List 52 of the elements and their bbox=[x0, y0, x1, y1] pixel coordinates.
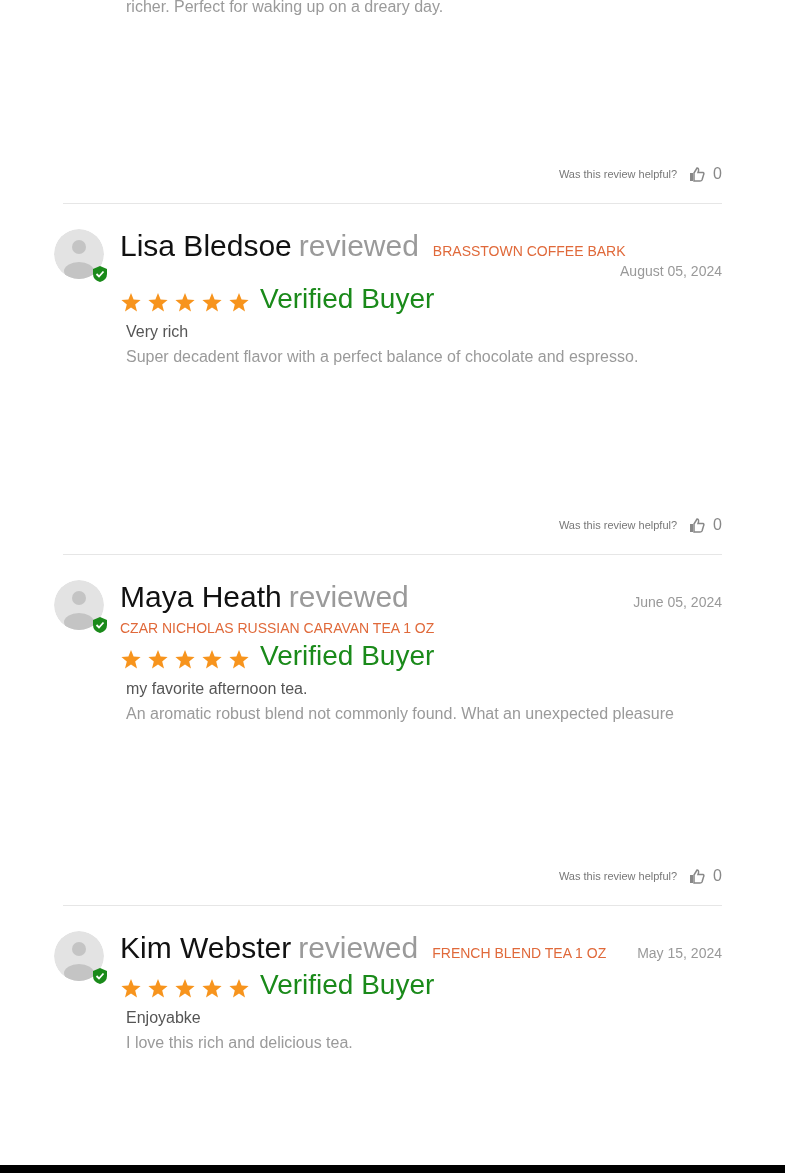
star-icon bbox=[201, 648, 223, 670]
review-text: I love this rich and delicious tea. bbox=[126, 1033, 354, 1053]
star-icon bbox=[228, 291, 250, 313]
star-icon bbox=[174, 977, 196, 999]
star-icon bbox=[201, 977, 223, 999]
verified-buyer-label: Verified Buyer bbox=[260, 969, 435, 1001]
star-icon bbox=[228, 648, 250, 670]
verified-shield-icon bbox=[92, 616, 108, 634]
thumbs-up-icon[interactable] bbox=[689, 517, 706, 533]
reviewer-name: Lisa Bledsoe bbox=[120, 229, 292, 263]
helpful-count: 0 bbox=[713, 516, 722, 534]
review-text: An aromatic robust blend not commonly found. What an unexpected pleasure bbox=[126, 704, 675, 724]
thumbs-up-icon[interactable] bbox=[689, 166, 706, 182]
review-title: Enjoyabke bbox=[126, 1009, 202, 1027]
star-icon bbox=[120, 648, 142, 670]
reviewed-label: reviewed bbox=[298, 931, 419, 965]
review-date: August 05, 2024 bbox=[620, 263, 722, 279]
star-icon bbox=[201, 291, 223, 313]
review-title: Very rich bbox=[126, 323, 190, 341]
product-link[interactable]: FRENCH BLEND TEA 1 OZ bbox=[432, 945, 607, 961]
helpful-prompt: Was this review helpful? bbox=[558, 519, 678, 531]
reviewed-label: reviewed bbox=[288, 580, 409, 614]
product-link[interactable]: BRASSTOWN COFFEE BARK bbox=[432, 243, 626, 259]
review-date: June 05, 2024 bbox=[633, 594, 722, 610]
review-date: May 15, 2024 bbox=[637, 945, 722, 961]
verified-shield-icon bbox=[92, 967, 108, 985]
avatar-icon bbox=[54, 229, 104, 279]
reviewer-name: Kim Webster bbox=[120, 931, 292, 965]
avatar-icon bbox=[54, 580, 104, 630]
thumbs-up-icon[interactable] bbox=[689, 868, 706, 884]
helpful-prompt: Was this review helpful? bbox=[558, 168, 678, 180]
star-icon bbox=[228, 977, 250, 999]
star-icon bbox=[174, 291, 196, 313]
product-link[interactable]: CZAR NICHOLAS RUSSIAN CARAVAN TEA 1 OZ bbox=[120, 620, 722, 636]
star-icon bbox=[147, 291, 169, 313]
avatar-icon bbox=[54, 931, 104, 981]
star-icon bbox=[120, 977, 142, 999]
verified-buyer-label: Verified Buyer bbox=[260, 283, 435, 315]
star-icon bbox=[147, 648, 169, 670]
star-icon bbox=[120, 291, 142, 313]
review-text: Super decadent flavor with a perfect balance of chocolate and espresso. bbox=[126, 347, 640, 367]
review-text: richer. Perfect for waking up on a dreary day. bbox=[126, 0, 445, 17]
reviewed-label: reviewed bbox=[298, 229, 419, 263]
helpful-count: 0 bbox=[713, 867, 722, 885]
reviewer-name: Maya Heath bbox=[120, 580, 282, 614]
star-icon bbox=[147, 977, 169, 999]
helpful-count: 0 bbox=[713, 165, 722, 183]
review-title: my favorite afternoon tea. bbox=[126, 680, 309, 698]
verified-buyer-label: Verified Buyer bbox=[260, 640, 435, 672]
verified-shield-icon bbox=[92, 265, 108, 283]
helpful-prompt: Was this review helpful? bbox=[558, 870, 678, 882]
star-icon bbox=[174, 648, 196, 670]
